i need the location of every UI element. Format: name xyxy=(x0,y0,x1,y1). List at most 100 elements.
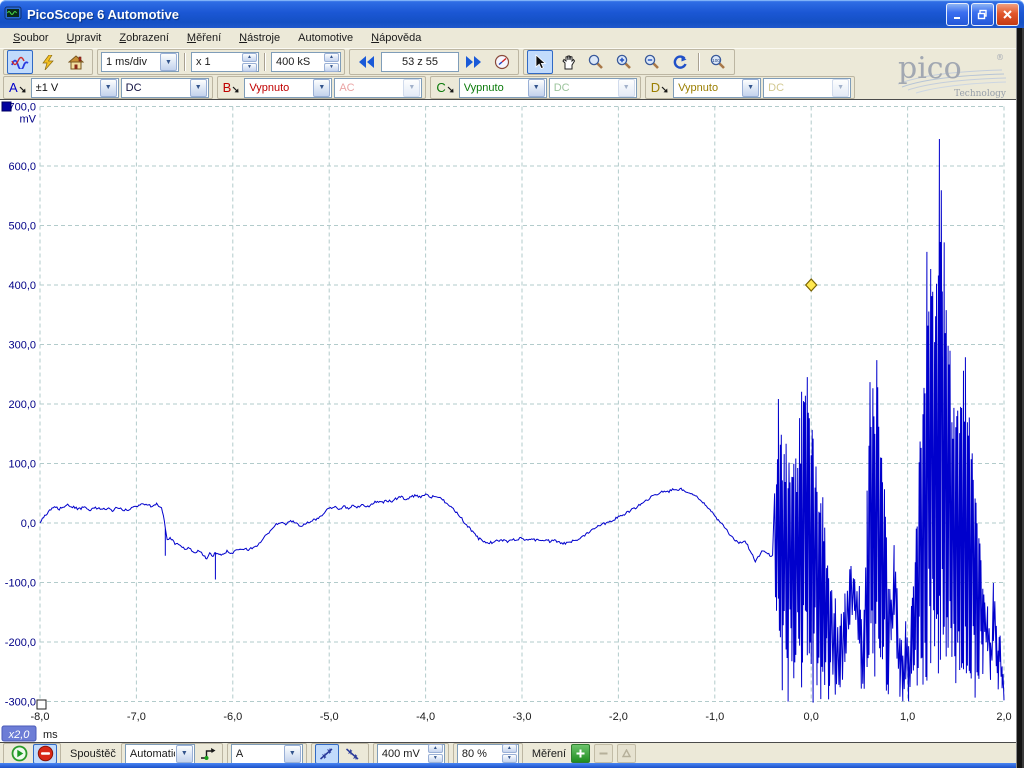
channel-c-range-select[interactable]: Vypnuto▼ xyxy=(459,78,547,98)
buffer-position-field[interactable]: 53 z 55 xyxy=(381,52,459,72)
spin-down-icon[interactable]: ▼ xyxy=(502,754,517,763)
buffer-next-button[interactable] xyxy=(461,50,487,74)
channel-d-label[interactable]: D xyxy=(651,80,669,95)
main-toolbar: 1 ms/div ▼ x 1 ▲▼ 400 kS ▲▼ 53 z 55 xyxy=(0,48,1019,76)
channel-d-range-select[interactable]: Vypnuto▼ xyxy=(673,78,761,98)
advanced-trigger-button[interactable] xyxy=(197,744,219,764)
channel-c-coupling-select[interactable]: DC▼ xyxy=(549,78,637,98)
channel-a-coupling-select[interactable]: DC▼ xyxy=(121,78,209,98)
channel-b-range-select[interactable]: Vypnuto▼ xyxy=(244,78,332,98)
chevron-down-icon[interactable]: ▼ xyxy=(160,53,177,71)
svg-text:pico: pico xyxy=(898,51,962,86)
pan-tool-button[interactable] xyxy=(555,50,581,74)
menu-item-upravit[interactable]: Upravit xyxy=(57,30,110,46)
trigger-setup-button[interactable] xyxy=(35,50,61,74)
stop-button[interactable] xyxy=(33,744,57,764)
channel-c-label[interactable]: C xyxy=(436,80,454,95)
home-icon xyxy=(68,55,84,70)
chevron-down-icon[interactable]: ▼ xyxy=(528,79,545,97)
edit-measurement-button[interactable] xyxy=(617,744,636,763)
chevron-down-icon[interactable]: ▼ xyxy=(190,79,207,97)
y-axis-tick-label: 200,0 xyxy=(8,399,36,411)
start-icon xyxy=(11,745,28,762)
spin-up-icon[interactable]: ▲ xyxy=(324,53,339,62)
zoom-in-button[interactable] xyxy=(611,50,637,74)
spin-up-icon[interactable]: ▲ xyxy=(428,744,443,753)
zoom-marquee-button[interactable] xyxy=(583,50,609,74)
stop-icon xyxy=(37,745,54,762)
channel-b-label[interactable]: B xyxy=(223,80,241,95)
chevron-down-icon[interactable]: ▼ xyxy=(742,79,759,97)
x-axis-tick-label: -2,0 xyxy=(609,711,628,723)
spin-up-icon[interactable]: ▲ xyxy=(502,744,517,753)
rising-edge-button[interactable] xyxy=(315,744,339,764)
trigger-flash-icon xyxy=(41,55,55,70)
menu-item-automotive[interactable]: Automotive xyxy=(289,30,362,46)
minimize-button[interactable] xyxy=(946,3,969,26)
home-button[interactable] xyxy=(63,50,89,74)
chevron-down-icon: ▼ xyxy=(832,79,849,97)
restore-icon xyxy=(977,9,988,20)
waveform-plot[interactable]: -8,0-7,0-6,0-5,0-4,0-3,0-2,0-1,00,01,02,… xyxy=(0,100,1016,742)
scope-view-button[interactable] xyxy=(7,50,33,74)
waveform-plot-area[interactable]: -8,0-7,0-6,0-5,0-4,0-3,0-2,0-1,00,01,02,… xyxy=(0,100,1016,742)
add-measurement-button[interactable] xyxy=(571,744,590,763)
buffer-navigator-button[interactable] xyxy=(489,50,515,74)
x-axis-tick-label: -6,0 xyxy=(223,711,242,723)
buffer-prev-button[interactable] xyxy=(353,50,379,74)
start-button[interactable] xyxy=(7,744,31,764)
channel-a-axis-handle-bottom[interactable] xyxy=(37,700,46,709)
zoom-out-icon xyxy=(644,54,660,70)
pan-tool-icon xyxy=(561,54,576,70)
spin-down-icon[interactable]: ▼ xyxy=(428,754,443,763)
remove-measurement-icon xyxy=(599,749,608,758)
menu-item-napoveda[interactable]: Nápověda xyxy=(362,30,430,46)
channel-b-coupling-select[interactable]: AC▼ xyxy=(334,78,422,98)
x-axis-tick-label: 0,0 xyxy=(804,711,819,723)
zoom-multiplier-stepper[interactable]: x 1 ▲▼ xyxy=(191,52,259,72)
zoom-out-button[interactable] xyxy=(639,50,665,74)
channel-a-label[interactable]: A xyxy=(9,80,27,95)
chevron-down-icon[interactable]: ▼ xyxy=(176,745,193,763)
timebase-select[interactable]: 1 ms/div ▼ xyxy=(101,52,179,72)
chevron-down-icon: ▼ xyxy=(403,79,420,97)
falling-edge-icon xyxy=(344,747,361,761)
falling-edge-button[interactable] xyxy=(341,744,365,764)
menu-item-mereni[interactable]: Měření xyxy=(178,30,230,46)
remove-measurement-button[interactable] xyxy=(594,744,613,763)
restore-button[interactable] xyxy=(971,3,994,26)
menu-item-nastroje[interactable]: Nástroje xyxy=(230,30,289,46)
menu-item-soubor[interactable]: Soubor xyxy=(4,30,57,46)
pretrigger-stepper[interactable]: 80 % ▲▼ xyxy=(457,744,519,764)
trigger-marker-diamond[interactable] xyxy=(806,279,817,291)
trigger-level-stepper[interactable]: 400 mV ▲▼ xyxy=(377,744,445,764)
spin-up-icon[interactable]: ▲ xyxy=(242,53,257,62)
y-axis-tick-label: 0,0 xyxy=(21,518,36,530)
chevron-down-icon[interactable]: ▼ xyxy=(100,79,117,97)
close-button[interactable] xyxy=(996,3,1019,26)
x-axis-tick-label: 2,0 xyxy=(996,711,1011,723)
menu-item-zobrazeni[interactable]: Zobrazení xyxy=(110,30,178,46)
trigger-source-select[interactable]: A ▼ xyxy=(231,744,303,764)
svg-text:100: 100 xyxy=(712,58,720,63)
pointer-tool-button[interactable] xyxy=(527,50,553,74)
spin-down-icon[interactable]: ▼ xyxy=(324,63,339,72)
channel-a-axis-handle-top[interactable] xyxy=(2,102,11,111)
svg-text:Technology: Technology xyxy=(954,89,1007,98)
y-axis-tick-label: -300,0 xyxy=(5,697,36,709)
zoom-100-button[interactable]: 100 xyxy=(705,50,731,74)
channel-a-range-select[interactable]: ±1 V▼ xyxy=(31,78,119,98)
sample-count-stepper[interactable]: 400 kS ▲▼ xyxy=(271,52,341,72)
x-axis-tick-label: -4,0 xyxy=(416,711,435,723)
channel-d-coupling-select[interactable]: DC▼ xyxy=(763,78,851,98)
chevron-down-icon[interactable]: ▼ xyxy=(284,745,301,763)
x-axis-tick-label: -8,0 xyxy=(31,711,50,723)
zoom-in-icon xyxy=(616,54,632,70)
advanced-trigger-icon xyxy=(200,747,216,761)
y-axis-unit-label: mV xyxy=(20,114,37,126)
chevron-down-icon[interactable]: ▼ xyxy=(313,79,330,97)
spin-down-icon[interactable]: ▼ xyxy=(242,63,257,72)
x-axis-tick-label: -7,0 xyxy=(127,711,146,723)
trigger-mode-select[interactable]: Automatický ▼ xyxy=(125,744,195,764)
zoom-undo-button[interactable] xyxy=(667,50,693,74)
